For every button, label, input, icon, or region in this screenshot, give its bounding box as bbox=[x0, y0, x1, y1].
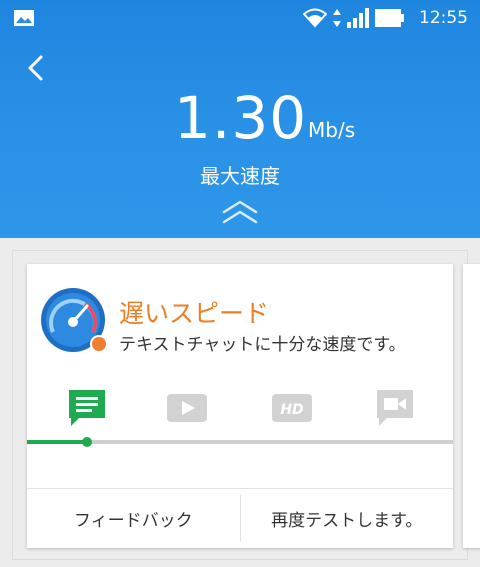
speed-label: 最大速度 bbox=[200, 164, 280, 188]
status-time: 12:55 bbox=[419, 8, 468, 28]
image-icon bbox=[14, 10, 34, 26]
speed-readout: 1.30 Mb/s bbox=[0, 86, 480, 156]
video-call-icon bbox=[377, 390, 413, 426]
svg-text:HD: HD bbox=[280, 402, 303, 418]
back-arrow-icon[interactable] bbox=[22, 54, 50, 82]
video-play-icon bbox=[167, 394, 207, 422]
speed-value: 1.30 bbox=[174, 84, 308, 152]
battery-icon bbox=[375, 9, 404, 27]
feedback-button[interactable]: フィードバック bbox=[27, 489, 240, 548]
status-bar: 12:55 bbox=[0, 0, 480, 36]
result-card: 遅いスピード テキストチャットに十分な速度です。 HD フィードバック 再度テス… bbox=[27, 264, 453, 548]
speed-progress-knob bbox=[81, 437, 92, 447]
wifi-icon bbox=[303, 8, 327, 28]
speed-progress-track bbox=[27, 437, 453, 447]
header: 12:55 1.30 Mb/s 最大速度 bbox=[0, 0, 480, 238]
retest-button[interactable]: 再度テストします。 bbox=[240, 489, 453, 548]
hd-video-icon: HD bbox=[272, 394, 312, 422]
data-arrows-icon bbox=[333, 9, 341, 27]
expand-up-chevrons-icon[interactable] bbox=[220, 198, 260, 226]
next-card-peek bbox=[463, 264, 480, 548]
status-icons: 12:55 bbox=[303, 6, 468, 30]
speed-unit: Mb/s bbox=[308, 118, 356, 142]
chat-message-icon bbox=[69, 390, 105, 426]
speedometer-gauge-icon bbox=[41, 288, 108, 353]
speed-progress-fill bbox=[27, 440, 87, 444]
card-footer: フィードバック 再度テストします。 bbox=[27, 488, 453, 548]
result-title: 遅いスピード bbox=[119, 299, 270, 328]
result-description: テキストチャットに十分な速度です。 bbox=[119, 335, 406, 355]
use-case-icons: HD bbox=[27, 386, 453, 430]
signal-icon bbox=[347, 8, 369, 28]
